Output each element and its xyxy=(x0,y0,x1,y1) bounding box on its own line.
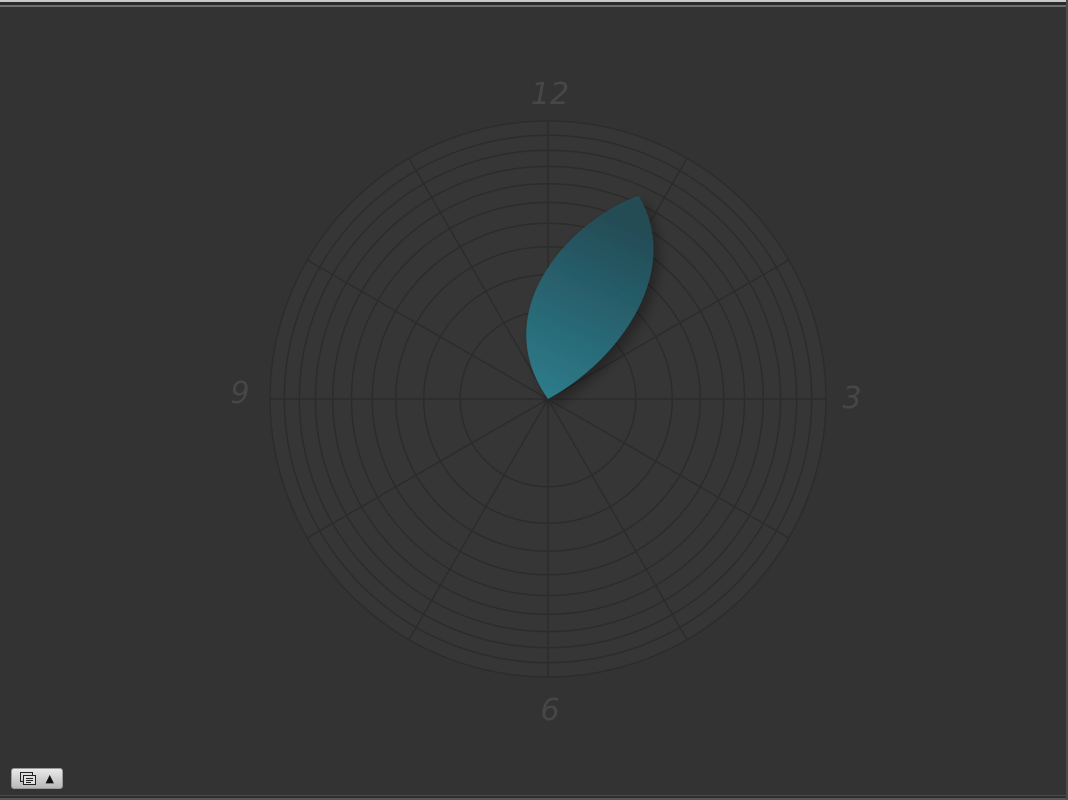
hour-label-3: 3 xyxy=(842,381,861,416)
bottom-window-border xyxy=(0,795,1068,800)
polar-clock-chart: 12 3 6 9 xyxy=(230,77,861,728)
caret-up-icon: ▲ xyxy=(45,772,54,785)
hour-label-9: 9 xyxy=(230,376,249,411)
hour-label-12: 12 xyxy=(531,77,569,112)
hour-label-6: 6 xyxy=(540,693,559,728)
window-icon xyxy=(20,772,36,785)
app-window: 12 3 6 9 ▲ xyxy=(0,0,1068,800)
toolbar-toggle-button[interactable]: ▲ xyxy=(11,768,63,789)
